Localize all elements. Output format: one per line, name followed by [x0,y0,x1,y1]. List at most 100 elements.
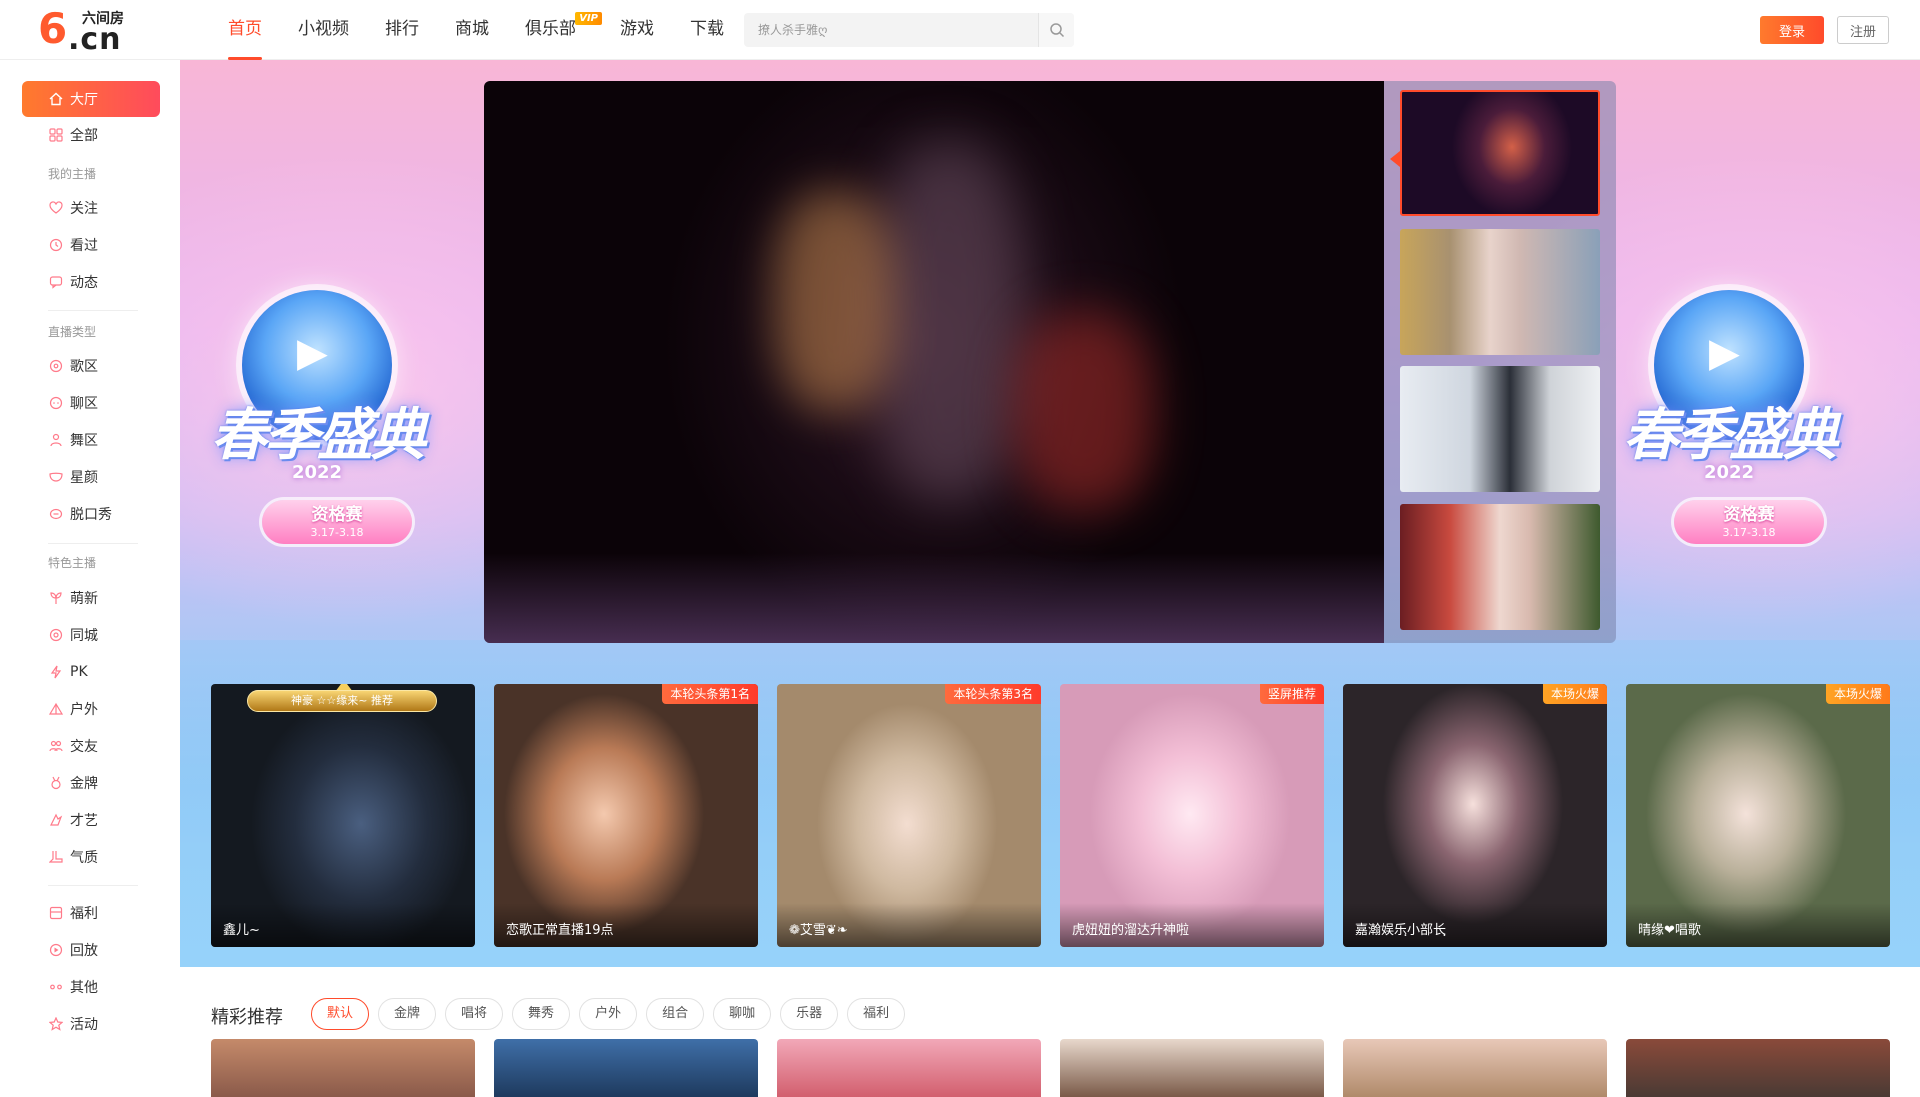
event-title: 春季盛典 [1623,403,1838,468]
event-badge-right[interactable]: 春季盛典 2022 资格赛 3.17-3.18 [1614,290,1844,560]
nav-games[interactable]: 游戏 [602,0,672,60]
crown-banner: 神豪 ☆☆缘来~ 推荐 [247,684,437,718]
stream-thumbnails [1384,81,1616,643]
chat-icon [48,395,64,411]
sidebar-item-dance[interactable]: 舞区 [22,422,160,458]
featured-card[interactable]: 本轮头条第3名 ❁艾雪❦❧ [777,684,1041,947]
home-icon [48,91,64,107]
filter-instrument[interactable]: 乐器 [780,998,839,1030]
sidebar-item-hall[interactable]: 大厅 [22,81,160,117]
sprout-icon [48,590,64,606]
star-icon [48,1016,64,1032]
nav-ranking[interactable]: 排行 [367,0,437,60]
filter-dance[interactable]: 舞秀 [512,998,571,1030]
sidebar-item-dating[interactable]: 交友 [22,728,160,764]
sidebar-group-title: 我的主播 [48,167,97,181]
video-blur [874,141,1024,501]
search-button[interactable] [1038,13,1074,47]
video-blur [774,191,894,411]
lightning-icon [48,664,64,680]
search-input[interactable] [744,13,1039,47]
event-badge-left[interactable]: 春季盛典 2022 资格赛 3.17-3.18 [202,290,432,560]
sidebar-item-welfare[interactable]: 福利 [22,895,160,931]
message-icon [48,274,64,290]
vip-badge: VIP [575,12,602,25]
stream-thumb[interactable] [1400,229,1600,355]
video-blur [1014,311,1154,511]
sidebar-divider [48,310,138,311]
featured-name: 鑫儿~ [211,903,475,947]
sidebar-divider [48,885,138,886]
recommend-card[interactable] [777,1039,1041,1097]
sidebar-item-singing[interactable]: 歌区 [22,348,160,384]
featured-card[interactable]: 本轮头条第1名 恋歌正常直播19点 [494,684,758,947]
live-video-player[interactable] [484,81,1384,643]
sidebar-item-history[interactable]: 看过 [22,227,160,263]
replay-icon [48,942,64,958]
featured-card[interactable]: 神豪 ☆☆缘来~ 推荐 鑫儿~ [211,684,475,947]
nav-home[interactable]: 首页 [210,0,280,60]
recommend-title: 精彩推荐 [211,1007,283,1028]
sidebar-item-talent[interactable]: 才艺 [22,802,160,838]
talent-icon [48,812,64,828]
recommend-card[interactable] [1343,1039,1607,1097]
recommend-card[interactable] [494,1039,758,1097]
filter-gold[interactable]: 金牌 [378,998,437,1030]
sidebar-item-follow[interactable]: 关注 [22,190,160,226]
sidebar-item-pk[interactable]: PK [22,654,160,690]
recommend-card[interactable] [1060,1039,1324,1097]
sidebar-item-outdoor[interactable]: 户外 [22,691,160,727]
filter-welfare[interactable]: 福利 [847,998,906,1030]
recommend-card[interactable] [1626,1039,1890,1097]
register-button[interactable]: 注册 [1837,16,1889,44]
sidebar-item-elegance[interactable]: 气质 [22,839,160,875]
sidebar-item-all[interactable]: 全部 [22,117,160,153]
login-button[interactable]: 登录 [1760,16,1824,44]
filter-chat[interactable]: 聊咖 [713,998,772,1030]
sidebar-item-gold[interactable]: 金牌 [22,765,160,801]
sidebar-item-feed[interactable]: 动态 [22,264,160,300]
search-box [744,13,1074,47]
hot-tag: 本场火爆 [1542,684,1607,704]
stream-thumb[interactable] [1400,90,1600,216]
featured-card[interactable]: 竖屏推荐 虎妞妞的溜达升神啦 [1060,684,1324,947]
recommend-card[interactable] [211,1039,475,1097]
nav-download[interactable]: 下载 [672,0,742,60]
medal-icon [48,775,64,791]
sidebar-item-newbie[interactable]: 萌新 [22,580,160,616]
sidebar-item-replay[interactable]: 回放 [22,932,160,968]
music-icon [48,358,64,374]
featured-name: 嘉瀚娱乐ฺ小部长ฺ [1343,903,1607,947]
nav-mall[interactable]: 商城 [437,0,507,60]
sidebar-item-events[interactable]: 活动 [22,1006,160,1042]
filter-singer[interactable]: 唱将 [445,998,504,1030]
filter-outdoor[interactable]: 户外 [579,998,638,1030]
filter-default[interactable]: 默认 [311,998,370,1030]
stream-thumb[interactable] [1400,366,1600,492]
site-logo[interactable]: 6 六间房 .cn [38,4,130,57]
featured-card[interactable]: 本场火爆 嘉瀚娱乐ฺ小部长ฺ [1343,684,1607,947]
sidebar-item-talkshow[interactable]: 脱口秀 [22,496,160,532]
filter-group[interactable]: 组合 [646,998,705,1030]
featured-card[interactable]: 本场火爆 晴缘❤唱歌 [1626,684,1890,947]
sidebar-item-beauty[interactable]: 星颜 [22,459,160,495]
logo-domain: .cn [68,22,122,57]
event-year: 2022 [291,462,343,483]
stream-thumb[interactable] [1400,504,1600,630]
tent-icon [48,701,64,717]
hot-tag: 本场火爆 [1825,684,1890,704]
nav-short-video[interactable]: 小视频 [280,0,367,60]
location-icon [48,627,64,643]
crown-label: 神豪 ☆☆缘来~ 推荐 [247,690,437,712]
mask-icon [48,469,64,485]
sidebar-divider [48,543,138,544]
nav-club[interactable]: 俱乐部 VIP [507,0,602,60]
rank-tag: 本轮头条第3名 [945,684,1041,704]
gift-icon [48,905,64,921]
featured-name: 虎妞妞的溜达升神啦 [1060,903,1324,947]
featured-name: ❁艾雪❦❧ [777,903,1041,947]
sidebar-item-nearby[interactable]: 同城 [22,617,160,653]
sidebar-item-chat[interactable]: 聊区 [22,385,160,421]
sidebar-item-other[interactable]: 其他 [22,969,160,1005]
video-floor [484,553,1384,643]
